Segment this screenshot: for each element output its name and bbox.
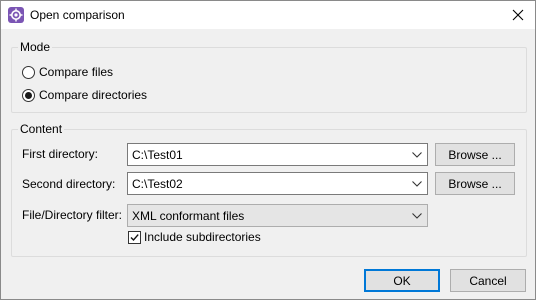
app-logo-icon [8, 7, 24, 23]
compare-directories-label: Compare directories [39, 88, 148, 102]
close-button[interactable] [501, 1, 535, 29]
mode-legend: Mode [18, 40, 53, 54]
first-directory-value[interactable]: C:\Test01 [128, 148, 407, 162]
include-subdirectories-checkbox[interactable]: Include subdirectories [128, 230, 261, 244]
chevron-down-icon[interactable] [407, 144, 427, 165]
second-directory-label: Second directory: [22, 177, 116, 191]
first-directory-combo[interactable]: C:\Test01 [127, 143, 428, 166]
chevron-down-icon[interactable] [407, 173, 427, 194]
compare-directories-radio[interactable]: Compare directories [22, 88, 147, 102]
second-directory-combo[interactable]: C:\Test02 [127, 172, 428, 195]
window-title: Open comparison [30, 8, 125, 22]
browse-second-directory-button[interactable]: Browse ... [435, 172, 515, 195]
close-icon [512, 9, 524, 21]
second-directory-value[interactable]: C:\Test02 [128, 177, 407, 191]
compare-files-label: Compare files [39, 65, 114, 79]
compare-files-radio-circle[interactable] [22, 65, 35, 79]
mode-group: Mode [11, 40, 527, 113]
filter-label: File/Directory filter: [22, 208, 123, 222]
include-subdirectories-check[interactable] [128, 230, 141, 244]
first-directory-label: First directory: [22, 147, 99, 161]
open-comparison-dialog: Open comparison Mode Compare files Compa… [0, 0, 536, 300]
filter-select[interactable]: XML conformant files [127, 204, 428, 227]
title-bar: Open comparison [1, 1, 535, 29]
ok-button[interactable]: OK [364, 269, 440, 292]
include-subdirectories-label: Include subdirectories [144, 230, 261, 244]
compare-files-radio[interactable]: Compare files [22, 65, 113, 79]
content-legend: Content [18, 122, 65, 136]
chevron-down-icon[interactable] [407, 205, 427, 226]
compare-directories-radio-circle[interactable] [22, 88, 35, 102]
filter-value[interactable]: XML conformant files [128, 209, 407, 223]
browse-first-directory-button[interactable]: Browse ... [435, 143, 515, 166]
cancel-button[interactable]: Cancel [450, 269, 526, 292]
